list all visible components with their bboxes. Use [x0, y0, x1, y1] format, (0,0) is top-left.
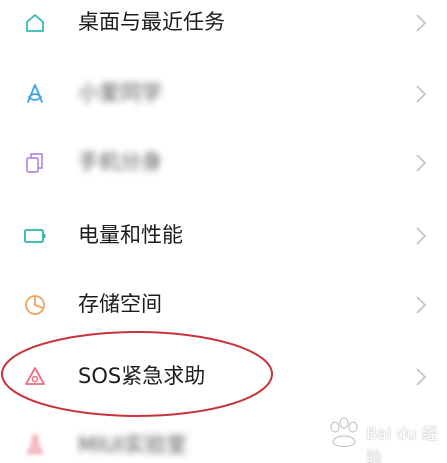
settings-item-battery-performance[interactable]: 电量和性能 — [0, 199, 447, 271]
settings-item-xiaoai[interactable]: 小爱同学 — [0, 57, 447, 129]
settings-item-label: 存储空间 — [78, 292, 162, 316]
chevron-right-icon — [416, 296, 427, 314]
home-icon — [26, 14, 44, 32]
settings-item-storage[interactable]: 存储空间 — [0, 268, 447, 340]
sos-alert-icon — [25, 367, 45, 385]
chevron-right-icon — [416, 154, 427, 172]
settings-item-label: 小爱同学 — [78, 81, 162, 105]
paw-logo-icon — [330, 417, 358, 447]
dual-phone-icon — [26, 153, 43, 173]
settings-item-label: 桌面与最近任务 — [78, 10, 225, 34]
watermark: Bai du 经验 — [322, 412, 447, 463]
settings-item-label: SOS紧急求助 — [78, 364, 206, 388]
settings-item-dual-apps[interactable]: 手机分身 — [0, 126, 447, 198]
chevron-right-icon — [416, 14, 427, 32]
settings-screen: 桌面与最近任务 小爱同学 手机分身 电量和性能 存储空间 SOS紧急求助 MIU… — [0, 0, 447, 463]
settings-item-label: 电量和性能 — [78, 223, 183, 247]
settings-item-label: 手机分身 — [78, 150, 162, 174]
settings-item-sos[interactable]: SOS紧急求助 — [0, 340, 447, 412]
lab-icon — [26, 435, 44, 454]
watermark-text: Bai du 经验 — [366, 424, 438, 463]
settings-item-desktop-recents[interactable]: 桌面与最近任务 — [0, 0, 447, 58]
chevron-right-icon — [416, 227, 427, 245]
xiaoai-icon — [27, 84, 43, 103]
chevron-right-icon — [416, 368, 427, 386]
battery-icon — [24, 229, 46, 243]
storage-pie-icon — [25, 295, 45, 315]
chevron-right-icon — [416, 85, 427, 103]
settings-item-label: MIUI实验室 — [78, 433, 187, 457]
